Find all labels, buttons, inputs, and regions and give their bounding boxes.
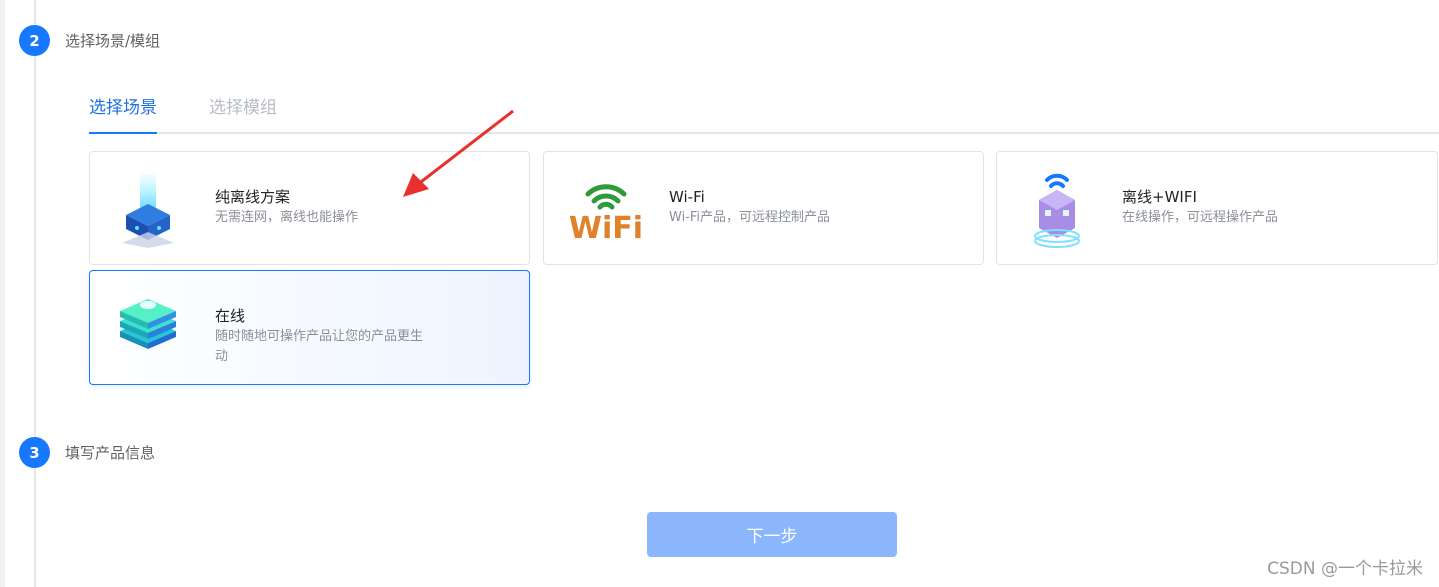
offline-cube-icon — [112, 170, 192, 248]
scene-card-wifi[interactable]: WiFi Wi-Fi Wi-Fi产品，可远程控制产品 — [543, 151, 984, 265]
card-text: Wi-Fi Wi-Fi产品，可远程控制产品 — [669, 186, 899, 228]
step-3: 3 填写产品信息 — [19, 437, 155, 468]
card-description: Wi-Fi产品，可远程控制产品 — [669, 210, 831, 225]
step-2-number: 2 — [19, 25, 50, 56]
wifi-logo-icon: WiFi — [566, 170, 646, 248]
step-2: 2 选择场景/模组 — [19, 25, 160, 56]
watermark: CSDN @一个卡拉米 — [1267, 559, 1423, 579]
card-description: 在线操作，可远程操作产品 — [1122, 210, 1279, 225]
card-text: 离线+WIFI 在线操作，可远程操作产品 — [1122, 186, 1352, 228]
step-3-number: 3 — [19, 437, 50, 468]
card-description: 随时随地可操作产品让您的产品更生动 — [215, 329, 424, 364]
next-step-button[interactable]: 下一步 — [647, 512, 897, 557]
scene-card-online[interactable]: 在线 随时随地可操作产品让您的产品更生动 — [89, 270, 530, 385]
card-text: 在线 随时随地可操作产品让您的产品更生动 — [215, 305, 430, 367]
online-server-stack-icon — [112, 289, 192, 367]
card-title: 在线 — [215, 307, 246, 325]
offline-wifi-building-icon — [1019, 170, 1099, 248]
red-annotation-arrow-icon — [403, 109, 514, 197]
tab-select-module[interactable]: 选择模组 — [209, 94, 277, 132]
card-description: 无需连网，离线也能操作 — [215, 210, 359, 225]
card-title: Wi-Fi — [669, 188, 705, 206]
scene-module-tabs: 选择场景 选择模组 — [89, 94, 1439, 134]
step-timeline-line — [34, 0, 36, 587]
left-edge-strip — [0, 0, 5, 587]
scene-card-offline-wifi[interactable]: 离线+WIFI 在线操作，可远程操作产品 — [996, 151, 1438, 265]
step-2-title: 选择场景/模组 — [65, 32, 161, 50]
svg-text:WiFi: WiFi — [569, 211, 643, 246]
card-title: 离线+WIFI — [1122, 188, 1197, 206]
step-3-title: 填写产品信息 — [65, 444, 156, 462]
tab-select-scene[interactable]: 选择场景 — [89, 94, 157, 134]
